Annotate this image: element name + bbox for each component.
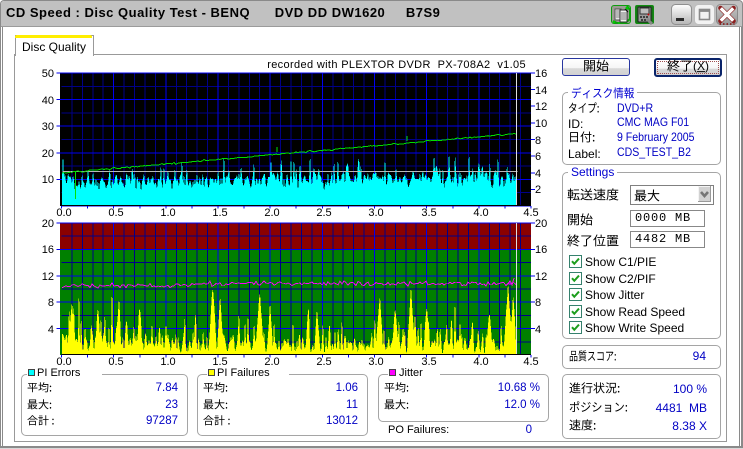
svg-text:20: 20: [42, 148, 54, 160]
svg-text:4.0: 4.0: [473, 207, 488, 219]
svg-text:20: 20: [42, 218, 54, 230]
svg-text:8: 8: [48, 297, 54, 309]
svg-text:30: 30: [42, 121, 54, 133]
svg-text:50: 50: [42, 68, 54, 80]
svg-text:1.0: 1.0: [160, 207, 175, 219]
svg-text:3.0: 3.0: [368, 207, 383, 219]
svg-text:4: 4: [535, 168, 541, 180]
svg-text:12: 12: [42, 271, 54, 283]
svg-text:14: 14: [535, 85, 547, 97]
svg-text:6: 6: [535, 151, 541, 163]
svg-text:12: 12: [535, 271, 547, 283]
svg-text:12: 12: [535, 101, 547, 113]
svg-text:2.5: 2.5: [316, 356, 331, 368]
svg-text:10: 10: [42, 174, 54, 186]
svg-text:0.0: 0.0: [56, 207, 71, 219]
svg-text:16: 16: [535, 68, 547, 80]
svg-text:0.5: 0.5: [108, 207, 123, 219]
svg-text:2: 2: [535, 184, 541, 196]
svg-text:20: 20: [535, 218, 547, 230]
svg-text:10: 10: [535, 118, 547, 130]
svg-text:4: 4: [535, 324, 541, 336]
svg-text:1.0: 1.0: [160, 356, 175, 368]
svg-text:40: 40: [42, 95, 54, 107]
svg-text:4: 4: [48, 324, 54, 336]
svg-text:8: 8: [535, 135, 541, 147]
svg-text:4.5: 4.5: [523, 356, 538, 368]
svg-text:3.5: 3.5: [421, 207, 436, 219]
svg-text:3.5: 3.5: [421, 356, 436, 368]
svg-text:2.0: 2.0: [264, 207, 279, 219]
svg-text:0.5: 0.5: [108, 356, 123, 368]
svg-text:4.0: 4.0: [473, 356, 488, 368]
svg-text:8: 8: [535, 297, 541, 309]
svg-text:16: 16: [535, 244, 547, 256]
svg-text:1.5: 1.5: [212, 207, 227, 219]
svg-text:16: 16: [42, 244, 54, 256]
svg-text:2.5: 2.5: [316, 207, 331, 219]
svg-text:3.0: 3.0: [368, 356, 383, 368]
